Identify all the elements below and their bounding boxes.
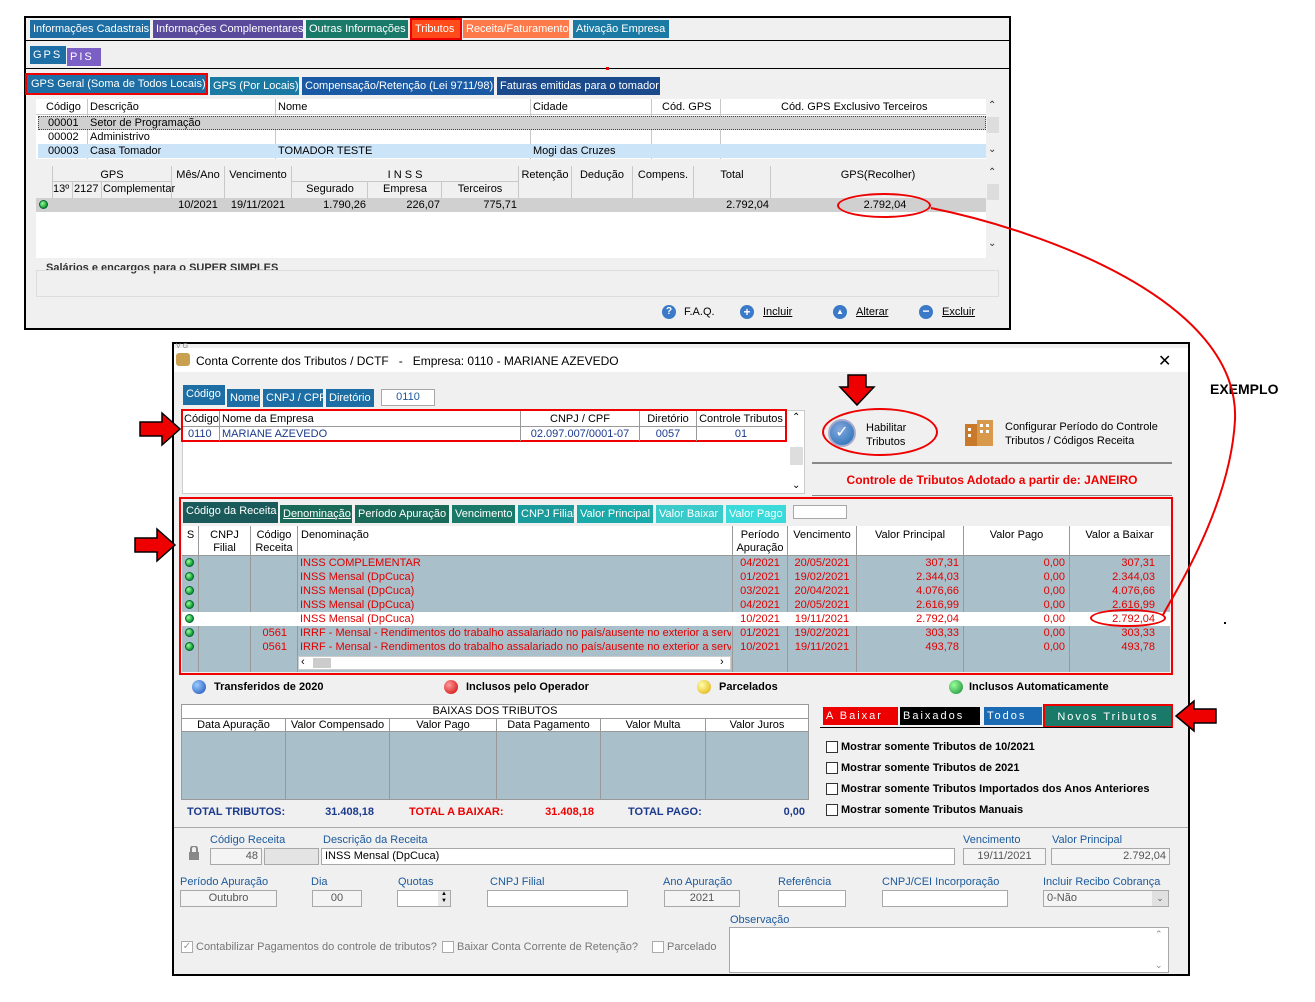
connector-curve [930, 207, 1237, 616]
